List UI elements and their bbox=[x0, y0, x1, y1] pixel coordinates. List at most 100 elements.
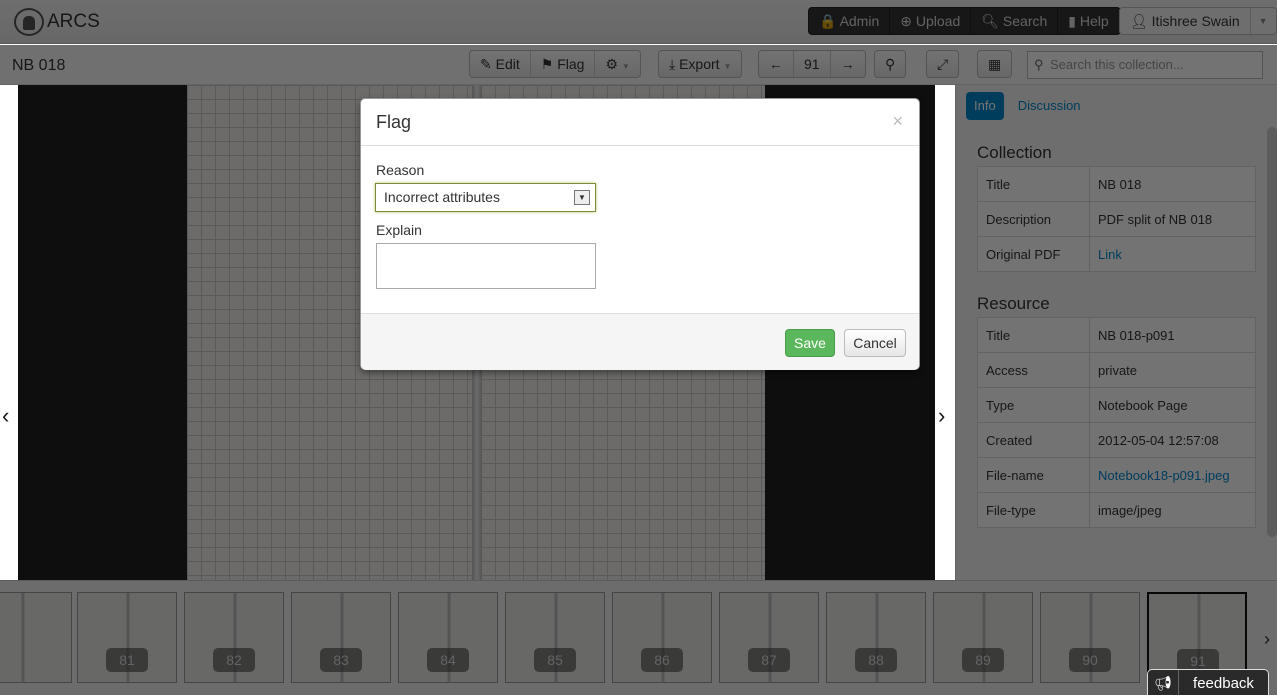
table-row: Type Notebook Page bbox=[977, 387, 1256, 423]
table-row: Title NB 018-p091 bbox=[977, 317, 1256, 353]
explain-label: Explain bbox=[376, 222, 422, 238]
flag-label: Flag bbox=[557, 56, 585, 72]
collection-search-input[interactable]: ⚲ Search this collection... bbox=[1027, 51, 1263, 79]
thumbnail[interactable]: 86 bbox=[612, 592, 712, 683]
expand-icon: ⤢ bbox=[937, 56, 949, 72]
panel-scrollbar[interactable] bbox=[1267, 127, 1277, 537]
thumbnail-page-number: 88 bbox=[855, 648, 897, 672]
dialog-footer: Save Cancel bbox=[361, 313, 919, 370]
info-panel: Info Discussion Collection Title NB 018 D… bbox=[955, 85, 1277, 580]
tab-discussion[interactable]: Discussion bbox=[1010, 92, 1089, 120]
arcs-logo-icon bbox=[14, 8, 44, 36]
edit-button[interactable]: ✎ Edit bbox=[470, 51, 531, 77]
table-row: File-type image/jpeg bbox=[977, 492, 1256, 528]
user-icon: 👤︎ bbox=[1130, 13, 1148, 29]
table-row: Original PDF Link bbox=[977, 236, 1256, 272]
collection-heading: Collection bbox=[977, 143, 1052, 162]
next-page-button[interactable]: → bbox=[831, 51, 865, 77]
thumbnail[interactable]: 87 bbox=[719, 592, 819, 683]
thumbnail-page-number: 90 bbox=[1069, 648, 1111, 672]
top-navbar: ARCS 🔒 Admin ⊕ Upload 🔍︎ Search ▮ Help 👤… bbox=[0, 0, 1277, 44]
next-image-arrow[interactable]: › bbox=[938, 403, 945, 429]
explain-textarea[interactable] bbox=[376, 243, 596, 289]
field-label: Title bbox=[977, 166, 1090, 202]
user-name: Itishree Swain bbox=[1151, 13, 1240, 29]
field-value: private bbox=[1089, 352, 1256, 388]
thumbnail[interactable]: 89 bbox=[933, 592, 1033, 683]
nav-search[interactable]: 🔍︎ Search bbox=[971, 8, 1059, 34]
thumbnail[interactable]: 82 bbox=[184, 592, 284, 683]
field-label: Original PDF bbox=[977, 236, 1090, 272]
thumbnail[interactable]: 90 bbox=[1040, 592, 1140, 683]
thumbnail-page-number: 89 bbox=[962, 648, 1004, 672]
dialog-title: Flag bbox=[376, 112, 412, 132]
thumbnail[interactable]: 83 bbox=[291, 592, 391, 683]
thumbnail-strip: 81 82 83 84 85 86 87 88 89 90 91 › bbox=[0, 580, 1277, 695]
user-menu[interactable]: 👤︎ Itishree Swain ▼ bbox=[1119, 7, 1277, 35]
table-row: Title NB 018 bbox=[977, 166, 1256, 202]
cancel-button[interactable]: Cancel bbox=[844, 329, 906, 357]
app-name: ARCS bbox=[47, 11, 100, 32]
field-label: Access bbox=[977, 352, 1090, 388]
field-label: Created bbox=[977, 422, 1090, 458]
prev-image-arrow[interactable]: ‹ bbox=[2, 403, 9, 429]
user-button[interactable]: 👤︎ Itishree Swain bbox=[1120, 8, 1250, 34]
search-placeholder: Search this collection... bbox=[1050, 57, 1184, 72]
panel-tabs: Info Discussion bbox=[966, 92, 1089, 120]
save-button[interactable]: Save bbox=[785, 329, 835, 357]
resource-heading: Resource bbox=[977, 294, 1050, 313]
reason-select[interactable]: Incorrect attributes ▼ bbox=[375, 183, 596, 212]
page-title: NB 018 bbox=[12, 57, 66, 74]
chevron-down-icon: ▼ bbox=[574, 190, 590, 205]
thumbnail[interactable]: 88 bbox=[826, 592, 926, 683]
export-button[interactable]: ⤓ Export ▼ bbox=[658, 50, 743, 78]
collection-table: Title NB 018 Description PDF split of NB 0… bbox=[977, 166, 1256, 272]
caret-icon: ▼ bbox=[621, 62, 630, 71]
close-icon[interactable]: × bbox=[892, 111, 903, 132]
fullscreen-button[interactable]: ⤢ bbox=[926, 50, 960, 78]
export-inner[interactable]: ⤓ Export ▼ bbox=[659, 51, 741, 77]
map-marker-icon: ⚲ bbox=[885, 56, 896, 72]
feedback-button[interactable]: 📢︎ feedback bbox=[1147, 669, 1269, 695]
field-value: 2012-05-04 12:57:08 bbox=[1089, 422, 1256, 458]
nav-help[interactable]: ▮ Help bbox=[1058, 8, 1120, 34]
settings-dropdown[interactable]: ⚙ ▼ bbox=[595, 51, 639, 77]
original-pdf-link[interactable]: Link bbox=[1098, 247, 1122, 262]
thumbnail[interactable]: 84 bbox=[398, 592, 498, 683]
nav-admin[interactable]: 🔒 Admin bbox=[809, 8, 891, 34]
reason-value: Incorrect attributes bbox=[384, 189, 500, 205]
thumbnails-next-arrow[interactable]: › bbox=[1264, 629, 1270, 650]
field-label: Type bbox=[977, 387, 1090, 423]
field-value: image/jpeg bbox=[1089, 492, 1256, 528]
file-name-link[interactable]: Notebook18-p091.jpeg bbox=[1098, 468, 1230, 483]
table-row: Created 2012-05-04 12:57:08 bbox=[977, 422, 1256, 458]
reason-label: Reason bbox=[376, 162, 425, 178]
field-label: Description bbox=[977, 201, 1090, 237]
thumbnail[interactable] bbox=[0, 592, 72, 683]
flag-button[interactable]: ⚑ Flag bbox=[531, 51, 596, 77]
thumbnail-page-number: 87 bbox=[748, 648, 790, 672]
resource-table: Title NB 018-p091 Access private Type Noteb… bbox=[977, 317, 1256, 528]
dialog-body: Reason Incorrect attributes ▼ Explain bbox=[361, 146, 919, 313]
user-dropdown-caret[interactable]: ▼ bbox=[1249, 8, 1276, 34]
nav-label: Help bbox=[1079, 13, 1109, 29]
pager: ← 91 → bbox=[758, 50, 866, 78]
flag-dialog: Flag × Reason Incorrect attributes ▼ Expla… bbox=[360, 98, 920, 370]
main-nav: 🔒 Admin ⊕ Upload 🔍︎ Search ▮ Help bbox=[808, 7, 1121, 35]
field-label: File-type bbox=[977, 492, 1090, 528]
map-button[interactable]: ⚲ bbox=[874, 50, 907, 78]
thumbnail[interactable]: 85 bbox=[505, 592, 605, 683]
field-value: NB 018-p091 bbox=[1089, 317, 1256, 353]
caret-icon: ▼ bbox=[723, 62, 732, 71]
thumbnail-page-number: 83 bbox=[320, 648, 362, 672]
nav-upload[interactable]: ⊕ Upload bbox=[890, 8, 972, 34]
logo[interactable]: ARCS bbox=[14, 8, 100, 36]
field-value: PDF split of NB 018 bbox=[1089, 201, 1256, 237]
grid-view-button[interactable]: ▦ bbox=[977, 50, 1013, 78]
page-number: 91 bbox=[794, 51, 831, 77]
prev-page-button[interactable]: ← bbox=[759, 51, 794, 77]
feedback-label: feedback bbox=[1193, 675, 1254, 692]
edit-label: Edit bbox=[495, 56, 520, 72]
tab-info[interactable]: Info bbox=[966, 92, 1004, 120]
thumbnail[interactable]: 81 bbox=[77, 592, 177, 683]
